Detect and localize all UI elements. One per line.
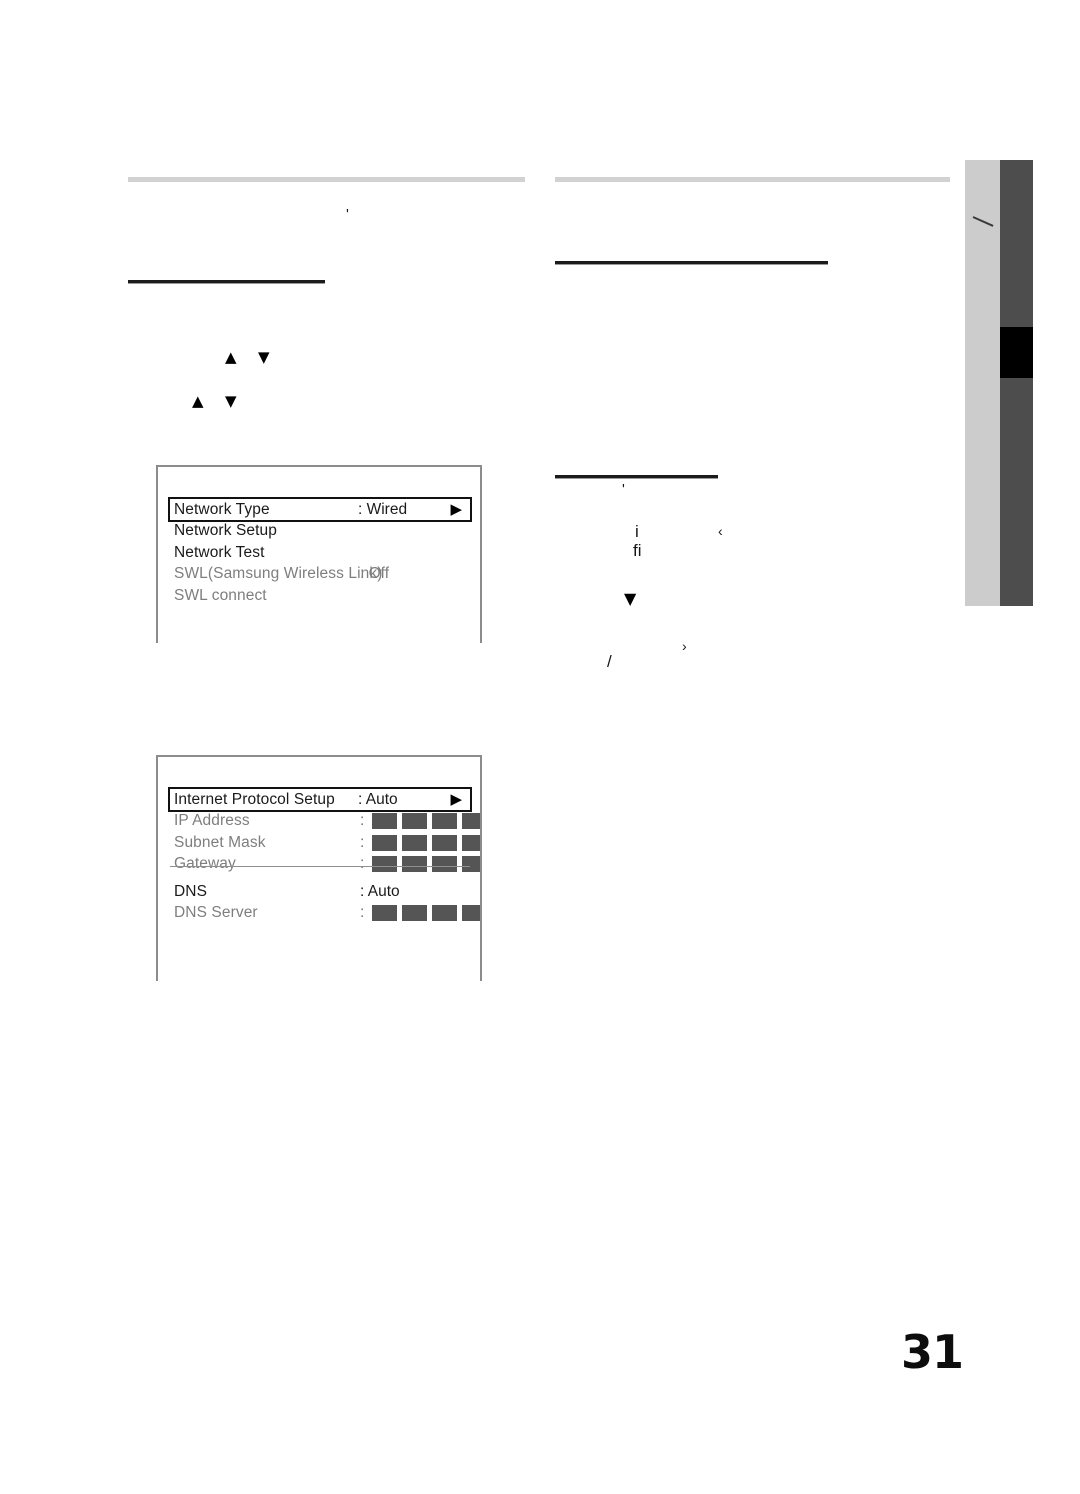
left-glyph-1: ▲	[225, 348, 237, 366]
thumb-tab-dark-upper	[1000, 160, 1033, 327]
right-glyph-6: /	[607, 652, 612, 671]
ip-setup-menu-screenshot: Internet Protocol Setup : Auto ▶ IP Address…	[156, 755, 482, 981]
manual-page: ' ▲ ▼ ▲ ▼ ' i ‹ fi ▼ › / Network Type: Wired ▶ Netwo…	[0, 0, 1080, 1494]
osd-row-label: IP Address	[174, 812, 250, 829]
osd-masked-octet	[432, 856, 457, 872]
osd-row-value: : Wired	[358, 500, 408, 518]
thumb-tab-dark-lower	[1000, 378, 1033, 606]
right-glyph-3: fi	[633, 541, 642, 560]
thumb-tab-active-chapter	[1000, 327, 1033, 378]
osd-masked-octet	[462, 856, 480, 872]
right-glyph-5: ›	[682, 638, 687, 654]
osd-row-label: SWL connect	[174, 586, 267, 604]
left-glyph-4: ▼	[225, 392, 237, 410]
right-glyph-4: ▼	[624, 589, 637, 608]
osd-masked-octet	[402, 834, 427, 851]
osd-row-label: Network Type	[174, 500, 270, 518]
osd-masked-octet	[432, 905, 457, 921]
right-section-rule-1	[555, 261, 828, 265]
chevron-right-icon[interactable]: ▶	[450, 502, 462, 517]
page-number: 31	[901, 1325, 964, 1379]
osd-masked-octet	[462, 813, 480, 829]
osd-row-label: DNS Server	[174, 904, 258, 921]
right-section-rule-2	[555, 475, 718, 479]
left-glyph-2: ▼	[258, 348, 270, 366]
osd-masked-octet	[372, 856, 397, 872]
osd-row-label: DNS	[174, 882, 208, 900]
osd-masked-octet	[372, 834, 397, 851]
osd-masked-value-blocks	[372, 905, 480, 921]
osd-masked-octet	[432, 813, 457, 829]
osd-masked-octet	[402, 905, 427, 921]
right-glyph-1: i	[635, 522, 639, 541]
osd-masked-octet	[372, 813, 397, 829]
osd-row-label: Gateway	[174, 855, 236, 872]
osd-row-label: Subnet Mask	[174, 833, 266, 851]
osd-masked-value-blocks	[372, 856, 480, 872]
osd-masked-octet	[372, 905, 397, 921]
thumb-tab-rotated-label-mark	[972, 216, 994, 227]
osd-row-label: Network Setup	[174, 522, 277, 539]
osd-divider	[170, 866, 470, 867]
osd-row-label: Internet Protocol Setup	[174, 790, 335, 808]
osd-row-colon: :	[360, 833, 365, 851]
osd-masked-octet	[402, 856, 427, 872]
osd-row[interactable]: Gateway:	[168, 852, 480, 877]
osd-masked-octet	[432, 834, 457, 851]
osd-masked-octet	[462, 905, 480, 921]
osd-masked-octet	[462, 834, 480, 851]
chevron-right-icon[interactable]: ▶	[450, 792, 462, 807]
osd-row-colon: :	[360, 904, 365, 921]
left-section-rule-1	[128, 280, 325, 284]
osd-masked-octet	[402, 813, 427, 829]
osd-row-colon: :	[360, 855, 365, 872]
osd-row[interactable]: DNS Server:	[168, 901, 480, 926]
osd-masked-value-blocks	[372, 834, 480, 851]
osd-row[interactable]: SWL connect	[168, 583, 472, 608]
left-glyph-3: ▲	[192, 392, 204, 410]
left-column-header-rule	[128, 177, 525, 182]
osd-row-value: : Auto	[358, 790, 398, 808]
osd-row-colon: :	[360, 812, 365, 829]
left-glyph-0: '	[346, 206, 349, 223]
network-menu-screenshot: Network Type : Wired ▶ Network Setup Network…	[156, 465, 482, 643]
osd-row-label: SWL(Samsung Wireless Link)	[174, 565, 383, 582]
thumb-tab-light-band	[965, 160, 1000, 606]
osd-masked-value-blocks	[372, 813, 480, 829]
osd-row-label: Network Test	[174, 543, 265, 561]
osd-row-value: : Auto	[360, 882, 400, 900]
osd-row-value: : Off	[360, 565, 390, 582]
right-glyph-2: ‹	[718, 523, 723, 539]
right-glyph-0: '	[622, 481, 625, 498]
right-column-header-rule	[555, 177, 950, 182]
